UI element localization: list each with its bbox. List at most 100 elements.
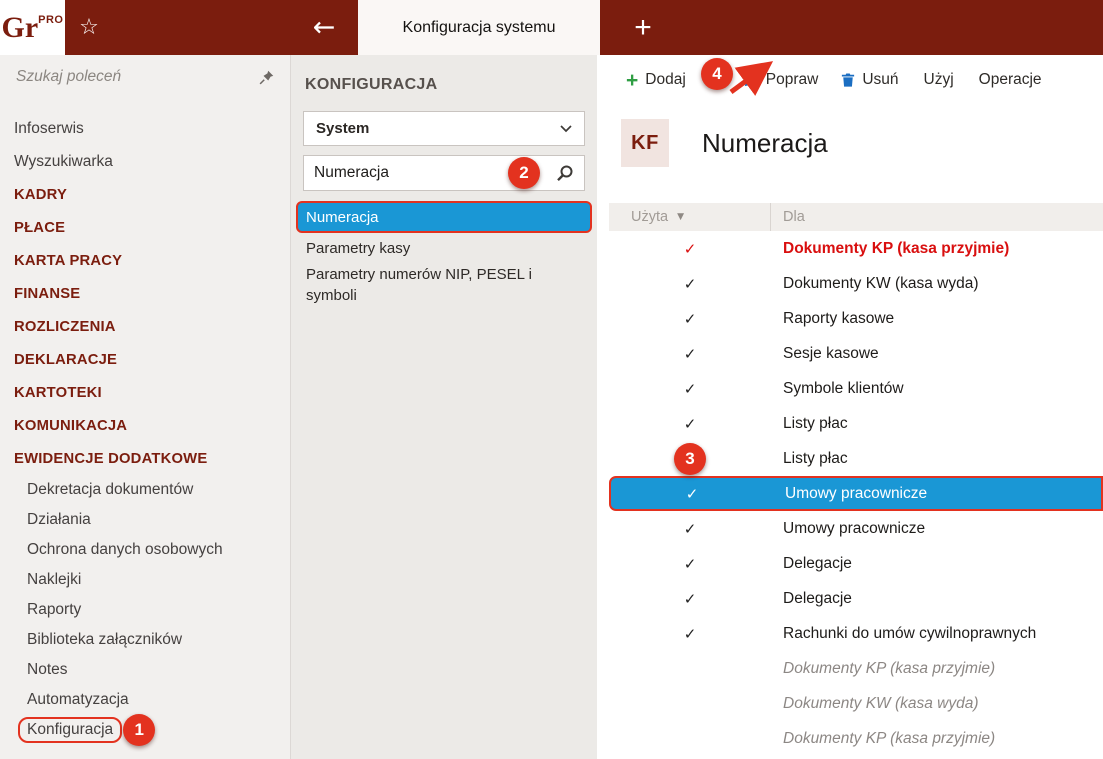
app-logo[interactable]: Gr PRO (0, 0, 65, 55)
use-button[interactable]: Użyj (924, 71, 954, 89)
used-cell: ✓ (609, 546, 771, 581)
sidebar-item-wyszukiwarka[interactable]: Wyszukiwarka (0, 145, 290, 178)
sidebar-item-naklejki[interactable]: Naklejki (0, 565, 290, 595)
sidebar-item-konfiguracja[interactable]: Konfiguracja 1 (0, 714, 290, 746)
command-search[interactable]: Szukaj poleceń (0, 55, 290, 99)
table-row[interactable]: ✓ Symbole klientów (609, 371, 1103, 406)
table-row[interactable]: 3 Listy płac (609, 441, 1103, 476)
operations-button[interactable]: Operacje (979, 71, 1042, 89)
table-row[interactable]: ✓ Sesje kasowe (609, 336, 1103, 371)
row-label: Rachunki do umów cywilnoprawnych (783, 624, 1037, 642)
sidebar-item-kartoteki[interactable]: KARTOTEKI (0, 376, 290, 409)
table-row[interactable]: ✓ Rachunki do umów cywilnoprawnych (609, 616, 1103, 651)
sidebar-item-deklaracje[interactable]: DEKLARACJE (0, 343, 290, 376)
sidebar-item-komunikacja[interactable]: KOMUNIKACJA (0, 409, 290, 442)
sidebar-item-kadry[interactable]: KADRY (0, 178, 290, 211)
sidebar-item-label: Naklejki (27, 571, 82, 588)
row-label: Dokumenty KP (kasa przyjmie) (783, 729, 996, 747)
sidebar-item-karta-pracy[interactable]: KARTA PRACY (0, 244, 290, 277)
annotation-badge-2: 2 (508, 157, 540, 189)
favorites-star-icon[interactable]: ☆ (66, 0, 112, 55)
sidebar-item-label: Infoserwis (14, 119, 84, 137)
sidebar-item-raporty[interactable]: Raporty (0, 595, 290, 625)
add-button[interactable]: + Dodaj (626, 70, 686, 91)
filter-dropdown-icon[interactable]: ▼ (677, 212, 684, 222)
toolbar: + Dodaj Popraw Usuń Użyj Operacje 4 (597, 55, 1103, 105)
module-badge: KF (621, 119, 669, 167)
check-icon: ✓ (685, 484, 699, 503)
table-row[interactable]: ✓ Dokumenty KP (kasa przyjmie) (609, 231, 1103, 266)
category-dropdown[interactable]: System (303, 111, 585, 146)
trash-icon (841, 72, 855, 88)
sidebar-item-label: DEKLARACJE (14, 351, 118, 368)
sidebar-item-place[interactable]: PŁACE (0, 211, 290, 244)
column-header-for-label: Dla (783, 209, 805, 225)
page-title: Numeracja (702, 127, 828, 158)
use-button-label: Użyj (923, 71, 954, 88)
new-tab-plus-icon[interactable]: + (618, 0, 668, 55)
sidebar-item-label: ROZLICZENIA (14, 318, 116, 335)
table-row[interactable]: ✓ Umowy pracownicze (609, 476, 1103, 511)
used-cell: ✓ (609, 581, 771, 616)
sidebar-item-label: PŁACE (14, 219, 66, 236)
delete-button[interactable]: Usuń (841, 71, 899, 89)
check-icon: ✓ (683, 624, 697, 643)
pin-icon[interactable] (259, 70, 274, 85)
check-icon: ✓ (683, 344, 697, 363)
config-item-numeracja[interactable]: Numeracja (296, 201, 592, 233)
check-icon: ✓ (683, 239, 697, 258)
column-header-for[interactable]: Dla (771, 209, 805, 225)
table-row[interactable]: ✓ Delegacje (609, 581, 1103, 616)
table-row[interactable]: ✓ Delegacje (609, 546, 1103, 581)
config-search-box[interactable]: Numeracja 2 (303, 155, 585, 191)
sidebar-item-ewidencje-dodatkowe[interactable]: EWIDENCJE DODATKOWE (0, 442, 290, 475)
sidebar-item-notes[interactable]: Notes (0, 655, 290, 685)
sidebar-item-label: Wyszukiwarka (14, 152, 113, 170)
sidebar-item-label: KARTA PRACY (14, 252, 123, 269)
table-row[interactable]: ✓ Dokumenty KW (kasa wyda) (609, 266, 1103, 301)
config-search-value: Numeracja (314, 164, 389, 181)
sidebar-item-label: FINANSE (14, 285, 81, 302)
table-row[interactable]: ✓ Listy płac (609, 406, 1103, 441)
check-icon: ✓ (683, 554, 697, 573)
app-logo-pro: PRO (38, 13, 64, 26)
row-label: Dokumenty KW (kasa wyda) (783, 274, 979, 292)
config-item-parametry-kasy[interactable]: Parametry kasy (296, 233, 592, 263)
table-row[interactable]: Dokumenty KP (kasa przyjmie) (609, 651, 1103, 686)
sidebar-item-biblioteka-zala-czniko-w[interactable]: Biblioteka załączników (0, 625, 290, 655)
annotation-badge-3: 3 (674, 442, 706, 475)
add-button-label: Dodaj (645, 71, 686, 88)
sidebar-item-label: Raporty (27, 601, 82, 618)
table-row[interactable]: Dokumenty KP (kasa przyjmie) (609, 721, 1103, 756)
sidebar-item-finanse[interactable]: FINANSE (0, 277, 290, 310)
table-row[interactable]: Dokumenty KW (kasa wyda) (609, 686, 1103, 721)
sidebar-item-label: Konfiguracja (18, 717, 123, 743)
sidebar-item-dekretacja-dokumento-w[interactable]: Dekretacja dokumentów (0, 475, 290, 505)
config-panel-title: KONFIGURACJA (305, 76, 438, 93)
sidebar-item-automatyzacja[interactable]: Automatyzacja (0, 685, 290, 715)
search-icon[interactable] (556, 164, 574, 182)
sidebar-item-infoserwis[interactable]: Infoserwis (0, 112, 290, 145)
config-panel: KONFIGURACJA System Numeracja 2 Numeracj… (291, 55, 597, 759)
content-panel: + Dodaj Popraw Usuń Użyj Operacje 4 KF N… (597, 55, 1103, 759)
sidebar-item-label: Dekretacja dokumentów (27, 481, 194, 498)
used-cell (609, 651, 771, 686)
row-label: Symbole klientów (783, 379, 904, 397)
check-icon: ✓ (683, 519, 697, 538)
sidebar-item-label: Biblioteka załączników (27, 631, 183, 648)
sidebar-item-dzialania[interactable]: Działania (0, 505, 290, 535)
used-cell: ✓ (609, 511, 771, 546)
sidebar-item-ochrona-danych-osobowych[interactable]: Ochrona danych osobowych (0, 535, 290, 565)
row-label: Raporty kasowe (783, 309, 895, 327)
used-cell: ✓ (609, 371, 771, 406)
back-arrow-icon[interactable]: ← (291, 0, 357, 55)
used-cell: ✓ (609, 301, 771, 336)
used-cell: ✓ (609, 231, 771, 266)
annotation-badge-1: 1 (123, 714, 156, 746)
sidebar-item-rozliczenia[interactable]: ROZLICZENIA (0, 310, 290, 343)
table-row[interactable]: ✓ Umowy pracownicze (609, 511, 1103, 546)
config-item-parametry-numero-w-nip-pesel-i-symboli[interactable]: Parametry numerów NIP, PESEL i symboli (296, 263, 592, 307)
table-row[interactable]: ✓ Raporty kasowe (609, 301, 1103, 336)
column-header-used[interactable]: Użyta ▼ (609, 203, 771, 231)
tab-konfiguracja-systemu[interactable]: Konfiguracja systemu (358, 0, 600, 55)
